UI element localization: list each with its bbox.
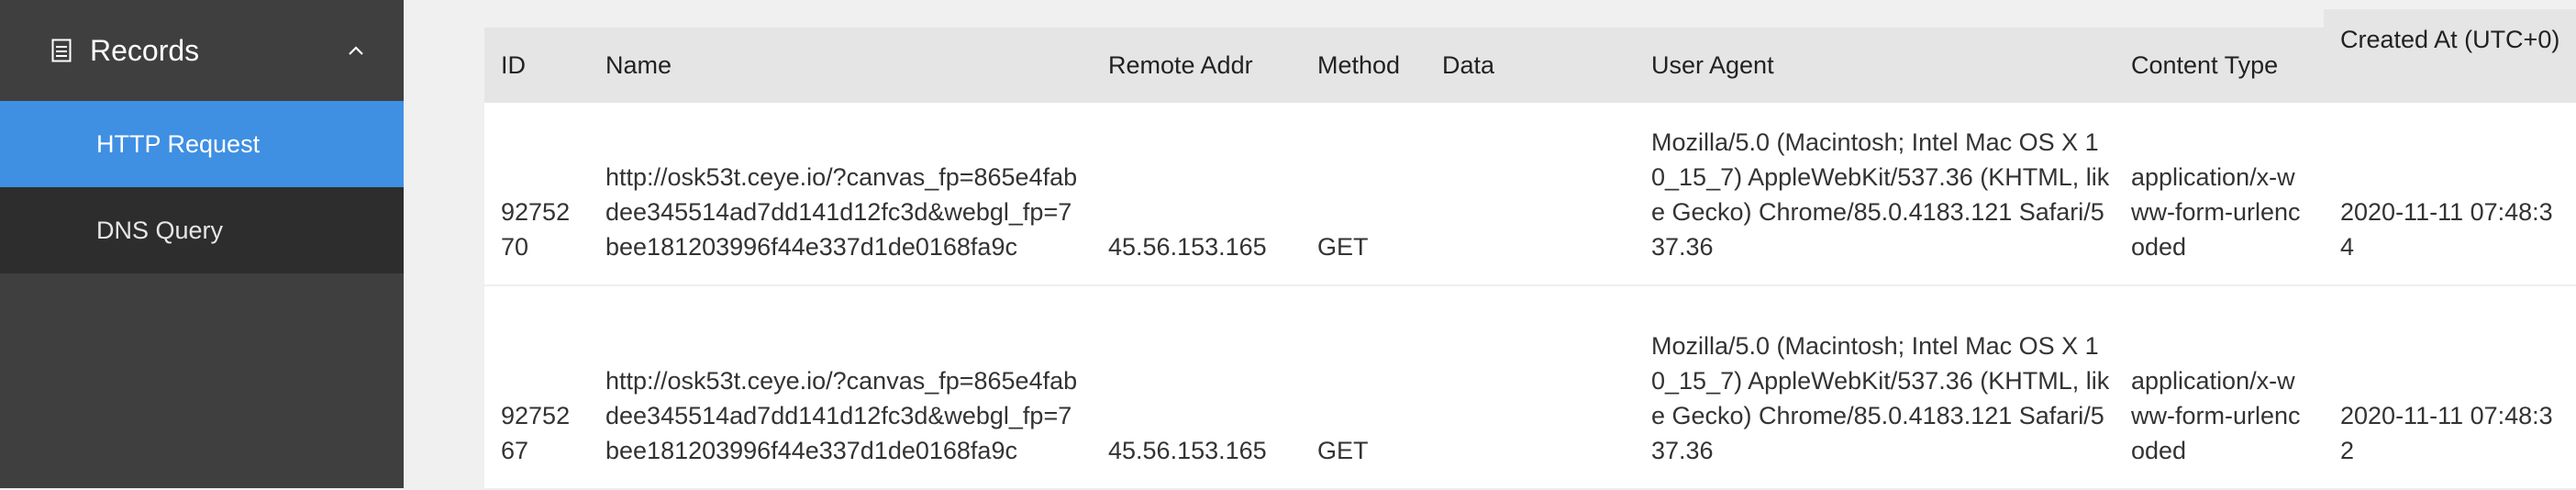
cell-created-at: 2020-11-11 07:48:32 [2340, 402, 2553, 464]
column-header-remote-addr[interactable]: Remote Addr [1108, 28, 1253, 103]
sidebar-item-label: DNS Query [96, 216, 224, 244]
chevron-up-icon[interactable] [347, 44, 365, 57]
cell-id: 9275270 [501, 198, 571, 261]
table-row[interactable]: 9275270 http://osk53t.ceye.io/?canvas_fp… [484, 103, 2576, 286]
sidebar: Records HTTP Request DNS Query [0, 0, 404, 488]
sidebar-item-http-request[interactable]: HTTP Request [0, 101, 404, 187]
cell-remote-addr: 45.56.153.165 [1108, 233, 1267, 261]
cell-method: GET [1317, 437, 1369, 464]
records-section-label: Records [90, 33, 200, 67]
sidebar-background [0, 273, 404, 488]
main-content: ID Name Remote Addr Method Data User Age… [404, 0, 2576, 490]
cell-name: http://osk53t.ceye.io/?canvas_fp=865e4fa… [605, 367, 1078, 464]
records-section-header[interactable]: Records [0, 0, 404, 101]
records-table: ID Name Remote Addr Method Data User Age… [484, 9, 2576, 490]
cell-name: http://osk53t.ceye.io/?canvas_fp=865e4fa… [605, 163, 1078, 261]
column-header-data[interactable]: Data [1442, 28, 1494, 103]
cell-user-agent: Mozilla/5.0 (Macintosh; Intel Mac OS X 1… [1651, 128, 2110, 261]
sidebar-item-label: HTTP Request [96, 129, 261, 158]
cell-remote-addr: 45.56.153.165 [1108, 437, 1267, 464]
column-header-content-type[interactable]: Content Type [2131, 28, 2278, 103]
cell-content-type: application/x-www-form-urlencoded [2131, 367, 2301, 464]
cell-user-agent: Mozilla/5.0 (Macintosh; Intel Mac OS X 1… [1651, 332, 2110, 464]
column-header-user-agent[interactable]: User Agent [1651, 28, 1774, 103]
cell-created-at: 2020-11-11 07:48:34 [2340, 198, 2553, 261]
cell-method: GET [1317, 233, 1369, 261]
table-row[interactable]: 9275267 http://osk53t.ceye.io/?canvas_fp… [484, 286, 2576, 490]
column-header-method[interactable]: Method [1317, 28, 1400, 103]
records-icon [51, 39, 72, 62]
cell-content-type: application/x-www-form-urlencoded [2131, 163, 2301, 261]
column-header-id[interactable]: ID [501, 28, 526, 103]
cell-id: 9275267 [501, 402, 571, 464]
sidebar-item-dns-query[interactable]: DNS Query [0, 187, 404, 273]
table-header: ID Name Remote Addr Method Data User Age… [484, 28, 2576, 103]
column-header-name[interactable]: Name [605, 28, 672, 103]
